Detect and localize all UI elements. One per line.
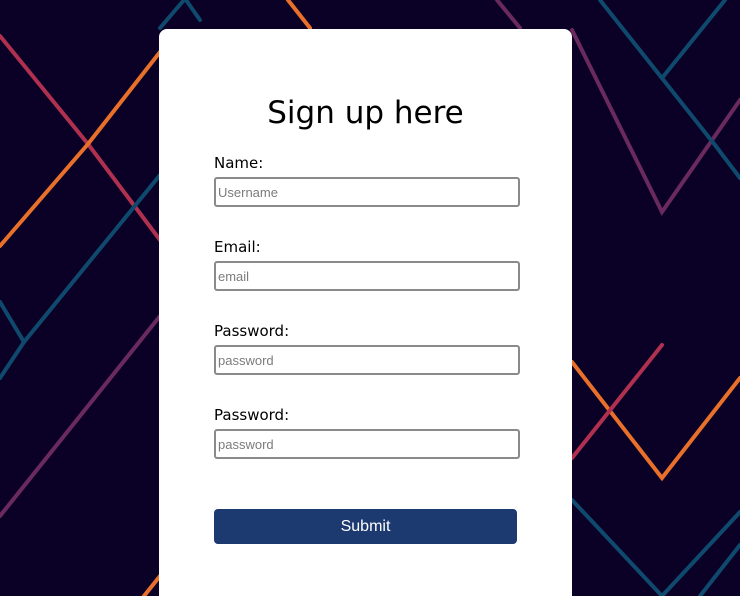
bg-line-blue-r4 (698, 543, 740, 596)
submit-button[interactable]: Submit (214, 509, 517, 544)
name-input[interactable] (214, 177, 520, 207)
bg-line-orange-2 (142, 574, 162, 596)
bg-line-purple-r (495, 0, 522, 30)
bg-line-top-orange-2 (286, 0, 312, 30)
bg-line-orange-r (570, 360, 740, 482)
bg-line-blue-r2 (660, 0, 727, 80)
bg-line-blue-2 (0, 340, 26, 380)
bg-line-purple-r2 (570, 28, 740, 216)
bg-line-purple (0, 314, 162, 518)
bg-line-orange (0, 50, 162, 248)
confirm-password-input[interactable] (214, 429, 520, 459)
bg-line-red (0, 34, 162, 242)
password-input[interactable] (214, 345, 520, 375)
name-label: Name: (214, 154, 264, 172)
password-label: Password: (214, 322, 290, 340)
form-title: Sign up here (267, 95, 464, 131)
confirm-password-label: Password: (214, 406, 290, 424)
bg-line-red-r (570, 343, 664, 460)
signup-card: Sign up here Name: Email: Password: Pass… (159, 29, 572, 596)
bg-line-top-orange (158, 0, 186, 30)
email-label: Email: (214, 238, 261, 256)
bg-line-blue (0, 173, 162, 346)
bg-line-blue-r3 (570, 498, 740, 596)
bg-line-top-blue (184, 0, 202, 22)
email-input[interactable] (214, 261, 520, 291)
bg-line-blue-r (598, 0, 740, 180)
